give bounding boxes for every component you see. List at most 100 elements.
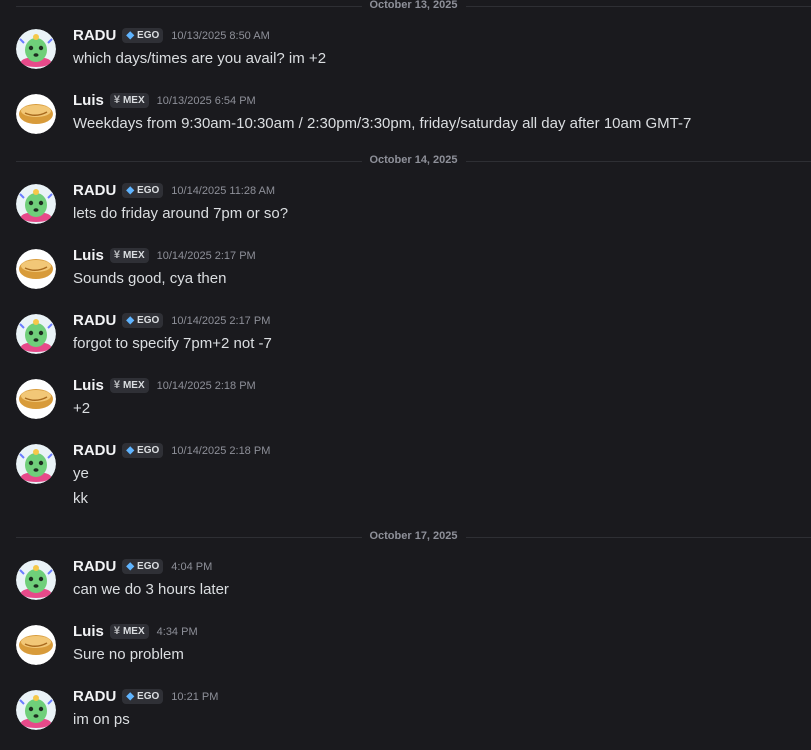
gem-icon: ◆ bbox=[126, 184, 135, 196]
author-name[interactable]: Luis bbox=[73, 377, 104, 394]
message-header: RADU ◆ EGO 4:04 PM bbox=[73, 558, 212, 575]
message-header: Luis ¥ MEX 10/14/2025 2:18 PM bbox=[73, 377, 256, 394]
guild-tag[interactable]: ¥ MEX bbox=[109, 93, 149, 108]
avatar[interactable] bbox=[16, 184, 56, 224]
timestamp[interactable]: 10/14/2025 11:28 AM bbox=[171, 185, 275, 197]
message-header: RADU ◆ EGO 10/13/2025 8:50 AM bbox=[73, 27, 270, 44]
message-header: RADU ◆ EGO 10:21 PM bbox=[73, 688, 218, 705]
message-content: kk bbox=[73, 490, 88, 507]
author-name[interactable]: RADU bbox=[73, 27, 116, 44]
message[interactable]: RADU ◆ EGO 10/14/2025 2:17 PM forgot to s… bbox=[0, 312, 811, 374]
message[interactable]: Luis ¥ MEX 10/14/2025 2:18 PM +2 bbox=[0, 377, 811, 439]
guild-tag-label: EGO bbox=[137, 561, 160, 572]
bread-avatar-icon bbox=[16, 249, 56, 289]
message-content: Weekdays from 9:30am-10:30am / 2:30pm/3:… bbox=[73, 115, 692, 132]
bread-avatar-icon bbox=[16, 379, 56, 419]
date-divider-label: October 13, 2025 bbox=[361, 0, 466, 11]
guild-tag-label: MEX bbox=[122, 95, 145, 106]
cactus-avatar-icon bbox=[16, 29, 56, 69]
date-divider: October 17, 2025 bbox=[16, 530, 811, 542]
author-name[interactable]: RADU bbox=[73, 182, 116, 199]
timestamp[interactable]: 4:04 PM bbox=[171, 561, 212, 573]
author-name[interactable]: Luis bbox=[73, 92, 104, 109]
guild-tag[interactable]: ◆ EGO bbox=[122, 28, 164, 43]
message[interactable]: RADU ◆ EGO 4:04 PM can we do 3 hours late… bbox=[0, 558, 811, 620]
message[interactable]: Luis ¥ MEX 10/14/2025 2:17 PM Sounds good… bbox=[0, 247, 811, 309]
author-name[interactable]: RADU bbox=[73, 688, 116, 705]
message-content: can we do 3 hours later bbox=[73, 581, 229, 598]
author-name[interactable]: RADU bbox=[73, 312, 116, 329]
guild-tag-label: EGO bbox=[137, 445, 160, 456]
date-divider: October 13, 2025 bbox=[16, 0, 811, 11]
timestamp[interactable]: 10/13/2025 8:50 AM bbox=[171, 30, 269, 42]
timestamp[interactable]: 10/14/2025 2:17 PM bbox=[171, 315, 270, 327]
gem-icon: ◆ bbox=[126, 690, 135, 702]
cactus-avatar-icon bbox=[16, 314, 56, 354]
message-header: RADU ◆ EGO 10/14/2025 2:17 PM bbox=[73, 312, 270, 329]
yen-emblem-icon: ¥ bbox=[113, 625, 120, 637]
bread-avatar-icon bbox=[16, 625, 56, 665]
gem-icon: ◆ bbox=[126, 444, 135, 456]
cactus-avatar-icon bbox=[16, 560, 56, 600]
avatar[interactable] bbox=[16, 29, 56, 69]
guild-tag[interactable]: ◆ EGO bbox=[122, 183, 164, 198]
yen-emblem-icon: ¥ bbox=[113, 249, 120, 261]
gem-icon: ◆ bbox=[126, 29, 135, 41]
avatar[interactable] bbox=[16, 625, 56, 665]
date-divider-label: October 14, 2025 bbox=[361, 154, 466, 166]
message[interactable]: RADU ◆ EGO 10:21 PM im on ps bbox=[0, 688, 811, 750]
avatar[interactable] bbox=[16, 690, 56, 730]
message[interactable]: Luis ¥ MEX 4:34 PM Sure no problem bbox=[0, 623, 811, 685]
message-content: which days/times are you avail? im +2 bbox=[73, 50, 327, 67]
avatar[interactable] bbox=[16, 560, 56, 600]
gem-icon: ◆ bbox=[126, 314, 135, 326]
message-header: Luis ¥ MEX 10/14/2025 2:17 PM bbox=[73, 247, 256, 264]
guild-tag[interactable]: ¥ MEX bbox=[109, 378, 149, 393]
guild-tag[interactable]: ◆ EGO bbox=[122, 443, 164, 458]
message-content: Sure no problem bbox=[73, 646, 184, 663]
bread-avatar-icon bbox=[16, 94, 56, 134]
guild-tag-label: MEX bbox=[122, 250, 145, 261]
author-name[interactable]: RADU bbox=[73, 442, 116, 459]
author-name[interactable]: Luis bbox=[73, 247, 104, 264]
timestamp[interactable]: 10:21 PM bbox=[171, 691, 218, 703]
date-divider-label: October 17, 2025 bbox=[361, 530, 466, 542]
message-header: Luis ¥ MEX 10/13/2025 6:54 PM bbox=[73, 92, 256, 109]
avatar[interactable] bbox=[16, 314, 56, 354]
timestamp[interactable]: 10/13/2025 6:54 PM bbox=[157, 95, 256, 107]
message-header: Luis ¥ MEX 4:34 PM bbox=[73, 623, 198, 640]
cactus-avatar-icon bbox=[16, 690, 56, 730]
timestamp[interactable]: 10/14/2025 2:18 PM bbox=[171, 445, 270, 457]
guild-tag[interactable]: ◆ EGO bbox=[122, 689, 164, 704]
avatar[interactable] bbox=[16, 444, 56, 484]
avatar[interactable] bbox=[16, 249, 56, 289]
message-content: lets do friday around 7pm or so? bbox=[73, 205, 289, 222]
guild-tag-label: EGO bbox=[137, 691, 160, 702]
message[interactable]: RADU ◆ EGO 10/14/2025 2:18 PM ye kk bbox=[0, 442, 811, 524]
timestamp[interactable]: 10/14/2025 2:17 PM bbox=[157, 250, 256, 262]
avatar[interactable] bbox=[16, 379, 56, 419]
guild-tag[interactable]: ◆ EGO bbox=[122, 559, 164, 574]
timestamp[interactable]: 4:34 PM bbox=[157, 626, 198, 638]
author-name[interactable]: RADU bbox=[73, 558, 116, 575]
guild-tag-label: MEX bbox=[122, 380, 145, 391]
message-header: RADU ◆ EGO 10/14/2025 11:28 AM bbox=[73, 182, 275, 199]
timestamp[interactable]: 10/14/2025 2:18 PM bbox=[157, 380, 256, 392]
guild-tag[interactable]: ¥ MEX bbox=[109, 624, 149, 639]
message[interactable]: RADU ◆ EGO 10/13/2025 8:50 AM which days/… bbox=[0, 27, 811, 89]
guild-tag[interactable]: ◆ EGO bbox=[122, 313, 164, 328]
guild-tag[interactable]: ¥ MEX bbox=[109, 248, 149, 263]
guild-tag-label: EGO bbox=[137, 30, 160, 41]
message-content: im on ps bbox=[73, 711, 130, 728]
avatar[interactable] bbox=[16, 94, 56, 134]
message-header: RADU ◆ EGO 10/14/2025 2:18 PM bbox=[73, 442, 270, 459]
message-content: +2 bbox=[73, 400, 91, 417]
message-content: forgot to specify 7pm+2 not -7 bbox=[73, 335, 272, 352]
author-name[interactable]: Luis bbox=[73, 623, 104, 640]
message[interactable]: Luis ¥ MEX 10/13/2025 6:54 PM Weekdays fr… bbox=[0, 92, 811, 154]
message[interactable]: RADU ◆ EGO 10/14/2025 11:28 AM lets do fr… bbox=[0, 182, 811, 244]
guild-tag-label: MEX bbox=[122, 626, 145, 637]
guild-tag-label: EGO bbox=[137, 315, 160, 326]
message-content: ye bbox=[73, 465, 89, 482]
guild-tag-label: EGO bbox=[137, 185, 160, 196]
